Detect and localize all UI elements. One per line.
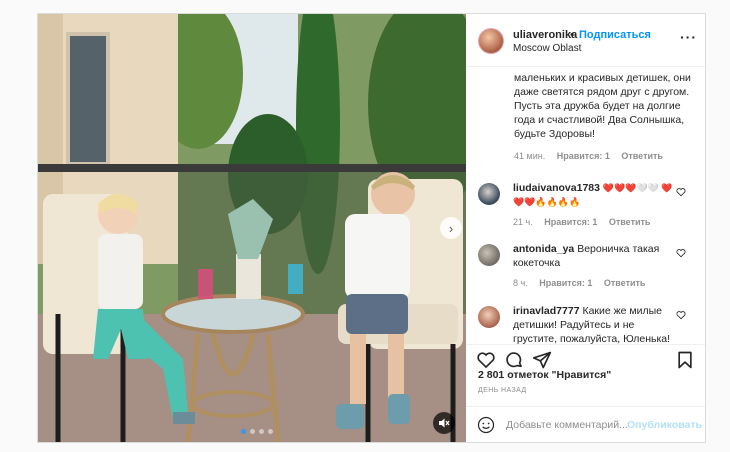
post-date[interactable]: ДЕНЬ НАЗАД (478, 387, 527, 394)
author-avatar[interactable] (478, 28, 504, 54)
comment-body: liudaivanova1783 ❤️❤️❤️🤍🤍 ❤️❤️❤️🔥🔥🔥🔥 (513, 181, 673, 209)
separator-dot: • (570, 29, 574, 41)
post-photo (38, 14, 466, 442)
instagram-post: › uliaveronika • Подписаться Moscow Obla… (37, 13, 706, 443)
commenter-avatar[interactable] (478, 306, 500, 328)
comment-body: irinavlad7777 Какие же милые детишки! Ра… (513, 304, 673, 344)
author-username[interactable]: uliaveronika (513, 29, 577, 41)
comment-bubble-icon[interactable] (504, 350, 524, 370)
caption-text: маленьких и красивых детишек, они даже с… (514, 72, 691, 140)
carousel-dot (241, 429, 246, 434)
comment-time: 8 ч. (513, 278, 528, 288)
emoji-smiley-icon[interactable] (477, 416, 495, 434)
like-heart-icon[interactable] (476, 350, 496, 370)
carousel-dot (250, 429, 255, 434)
chevron-right-icon: › (448, 220, 454, 236)
comment-likes[interactable]: Нравится: 1 (539, 278, 592, 288)
share-paper-plane-icon[interactable] (532, 350, 552, 370)
likes-count[interactable]: 2 801 отметок "Нравится" (478, 369, 611, 381)
comment-username[interactable]: liudaivanova1783 (513, 182, 600, 194)
comment-username[interactable]: irinavlad7777 (513, 305, 580, 317)
carousel-indicator (241, 429, 273, 434)
comment-likes[interactable]: Нравится: 1 (544, 217, 597, 227)
post-sidebar: uliaveronika • Подписаться Moscow Oblast… (466, 14, 705, 442)
mute-button[interactable] (433, 412, 455, 434)
caption-reply-button[interactable]: Ответить (621, 151, 663, 161)
comment-reply-button[interactable]: Ответить (609, 217, 651, 227)
heart-outline-icon[interactable] (676, 310, 686, 320)
caption-meta: 41 мин. Нравится: 1 Ответить (514, 149, 700, 163)
heart-outline-icon[interactable] (676, 248, 686, 258)
follow-button[interactable]: Подписаться (579, 29, 651, 41)
post-location[interactable]: Moscow Oblast (513, 43, 581, 54)
comment-input[interactable] (506, 416, 631, 434)
add-comment-bar: Опубликовать (466, 406, 705, 443)
caption-time: 41 мин. (514, 151, 546, 161)
bookmark-icon[interactable] (675, 350, 695, 370)
comment-meta: 8 ч. Нравится: 1 Ответить (513, 278, 654, 288)
comment-body: antonida_ya Вероничка такая кокеточка (513, 242, 673, 270)
comment-meta: 21 ч. Нравится: 1 Ответить (513, 217, 659, 227)
commenter-avatar[interactable] (478, 244, 500, 266)
comments-list[interactable]: маленьких и красивых детишек, они даже с… (466, 67, 705, 344)
more-options-icon[interactable]: ··· (680, 30, 697, 44)
caption: маленьких и красивых детишек, они даже с… (514, 71, 700, 163)
post-header: uliaveronika • Подписаться Moscow Oblast… (466, 14, 705, 67)
next-slide-button[interactable]: › (440, 217, 462, 239)
comment-username[interactable]: antonida_ya (513, 243, 574, 255)
carousel-dot (268, 429, 273, 434)
comment-reply-button[interactable]: Ответить (604, 278, 646, 288)
speaker-muted-icon (439, 418, 450, 428)
post-media[interactable]: › (38, 14, 466, 442)
caption-likes[interactable]: Нравится: 1 (557, 151, 610, 161)
comment-time: 21 ч. (513, 217, 533, 227)
commenter-avatar[interactable] (478, 183, 500, 205)
carousel-dot (259, 429, 264, 434)
heart-outline-icon[interactable] (676, 187, 686, 197)
publish-button[interactable]: Опубликовать (627, 419, 702, 431)
